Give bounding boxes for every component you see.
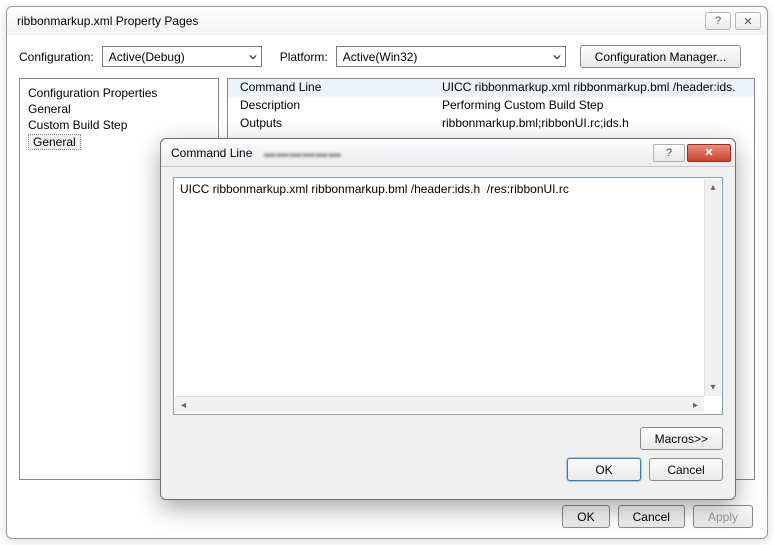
configuration-dropdown[interactable]: Active(Debug)	[102, 46, 262, 67]
outer-cancel-button[interactable]: Cancel	[618, 505, 685, 528]
help-button[interactable]: ?	[705, 12, 731, 30]
inner-ok-button[interactable]: OK	[567, 458, 641, 481]
inner-body: UICC ribbonmarkup.xml ribbonmarkup.bml /…	[161, 167, 735, 491]
tree-root[interactable]: Configuration Properties	[28, 85, 210, 101]
platform-label: Platform:	[280, 50, 328, 64]
outer-titlebar: ribbonmarkup.xml Property Pages ? ✕	[7, 7, 767, 35]
blurred-text: ▬▬▬▬▬▬	[264, 146, 342, 160]
grid-value: ribbonmarkup.bml;ribbonUI.rc;ids.h	[438, 115, 754, 133]
grid-row[interactable]: Description Performing Custom Build Step	[228, 97, 754, 115]
outer-window-title: ribbonmarkup.xml Property Pages	[17, 14, 701, 28]
grid-row[interactable]: Command Line UICC ribbonmarkup.xml ribbo…	[228, 79, 754, 97]
platform-dropdown[interactable]: Active(Win32)	[336, 46, 566, 67]
outer-button-bar: OK Cancel Apply	[7, 505, 767, 528]
grid-row[interactable]: Outputs ribbonmarkup.bml;ribbonUI.rc;ids…	[228, 115, 754, 133]
horizontal-scrollbar[interactable]: ◂ ▸	[175, 396, 704, 413]
configuration-manager-button[interactable]: Configuration Manager...	[580, 45, 741, 68]
outer-ok-button[interactable]: OK	[562, 505, 609, 528]
macros-button[interactable]: Macros>>	[640, 427, 723, 450]
inner-cancel-button[interactable]: Cancel	[649, 458, 723, 481]
tree-custom-build-step[interactable]: Custom Build Step	[28, 117, 210, 133]
grid-name: Outputs	[228, 115, 438, 133]
tree-general[interactable]: General	[28, 101, 210, 117]
config-row: Configuration: Active(Debug) Platform: A…	[19, 45, 755, 68]
chevron-down-icon	[553, 53, 561, 61]
vertical-scrollbar[interactable]: ▴ ▾	[704, 179, 721, 396]
configuration-label: Configuration:	[19, 50, 94, 64]
chevron-down-icon	[249, 53, 257, 61]
configuration-value: Active(Debug)	[109, 50, 243, 64]
scroll-left-icon[interactable]: ◂	[175, 400, 192, 411]
inner-dialog-title: Command Line ▬▬▬▬▬▬	[171, 146, 653, 160]
grid-value: Performing Custom Build Step	[438, 97, 754, 115]
grid-value: UICC ribbonmarkup.xml ribbonmarkup.bml /…	[438, 79, 754, 97]
command-line-dialog: Command Line ▬▬▬▬▬▬ ? ✕ UICC ribbonmarku…	[160, 138, 736, 500]
inner-help-button[interactable]: ?	[653, 144, 685, 162]
inner-close-button[interactable]: ✕	[687, 144, 731, 162]
textarea-content[interactable]: UICC ribbonmarkup.xml ribbonmarkup.bml /…	[174, 178, 722, 390]
inner-button-row-2: OK Cancel	[173, 458, 723, 481]
scroll-right-icon[interactable]: ▸	[687, 400, 704, 411]
close-button[interactable]: ✕	[735, 12, 761, 30]
inner-button-row-1: Macros>>	[173, 427, 723, 450]
scroll-down-icon[interactable]: ▾	[705, 379, 721, 396]
command-line-textarea[interactable]: UICC ribbonmarkup.xml ribbonmarkup.bml /…	[173, 177, 723, 415]
grid-name: Command Line	[228, 79, 438, 97]
grid-name: Description	[228, 97, 438, 115]
inner-titlebar[interactable]: Command Line ▬▬▬▬▬▬ ? ✕	[161, 139, 735, 167]
scroll-up-icon[interactable]: ▴	[705, 179, 721, 196]
outer-apply-button: Apply	[693, 505, 753, 528]
tree-selected-item: General	[28, 134, 81, 150]
platform-value: Active(Win32)	[343, 50, 547, 64]
